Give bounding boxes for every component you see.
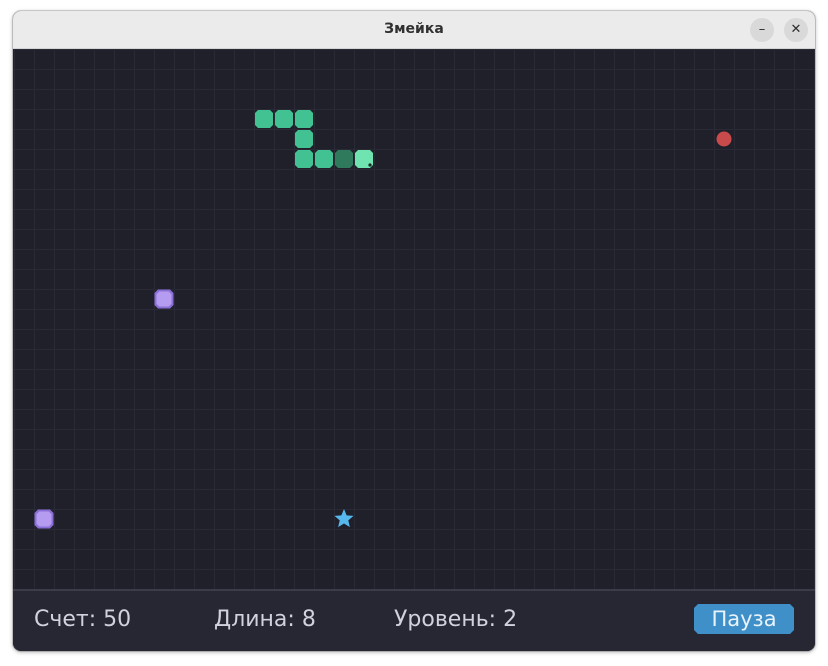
apple-icon xyxy=(716,131,732,147)
window-title: Змейка xyxy=(384,21,444,37)
game-canvas xyxy=(13,49,815,589)
gem-icon xyxy=(154,289,174,309)
snake-segment xyxy=(315,150,333,168)
snake-segment xyxy=(295,150,313,168)
game-window: Змейка – ✕ Счет: 50 Длина: 8 Уровень: 2 … xyxy=(13,11,815,651)
snake-segment xyxy=(255,110,273,128)
pause-button[interactable]: Пауза xyxy=(694,604,794,634)
score-label: Счет: 50 xyxy=(34,607,132,632)
snake-segment xyxy=(275,110,293,128)
title-bar[interactable]: Змейка – ✕ xyxy=(13,11,815,49)
snake-segment xyxy=(295,130,313,148)
level-label: Уровень: 2 xyxy=(394,607,518,632)
gem-icon xyxy=(34,509,54,529)
game-board[interactable] xyxy=(13,49,815,589)
close-button[interactable]: ✕ xyxy=(784,18,808,42)
snake-segment xyxy=(335,150,353,168)
snake-segment xyxy=(295,110,313,128)
minimize-button[interactable]: – xyxy=(750,18,774,42)
snake-eye xyxy=(368,163,372,167)
status-bar: Счет: 50 Длина: 8 Уровень: 2 Пауза xyxy=(13,589,815,651)
length-label: Длина: 8 xyxy=(214,607,316,632)
